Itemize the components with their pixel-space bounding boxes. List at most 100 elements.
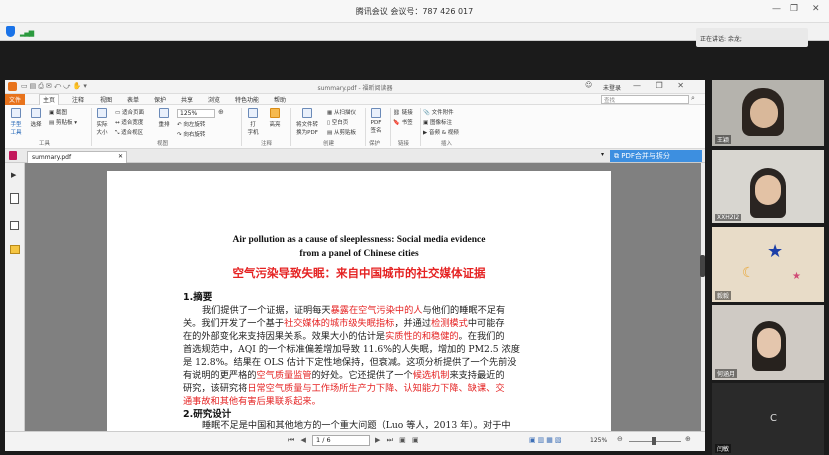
rotate-right-button[interactable]: ↷ 向右旋转 <box>177 130 205 138</box>
menu-comment[interactable]: 注释 <box>69 95 87 104</box>
close-tab-icon[interactable]: ✕ <box>118 153 123 160</box>
body-text: 我们提供了一个证据，证明每天 <box>202 305 331 316</box>
menu-form[interactable]: 表单 <box>124 95 142 104</box>
account-icon[interactable]: ☺ <box>585 81 592 89</box>
abstract-line: 有说明的更严格的空气质量监管的好处。它还提供了一个候选机制来支持最近的 <box>183 369 537 382</box>
zoom-in-icon[interactable]: ⊕ <box>218 108 224 116</box>
pen-icon <box>371 108 381 118</box>
participant-tile[interactable]: XXH2I2 <box>712 150 824 223</box>
abstract-line: 关。我们开发了一个基于社交媒体的城市级失眠指标，并通过检测模式中可能存 <box>183 317 537 330</box>
fit-visible-button[interactable]: ⤡ 适合视区 <box>115 128 143 137</box>
audio-video-button[interactable]: ▶ 音频 & 视频 <box>423 128 459 136</box>
blank-page-icon: ▯ <box>327 120 331 126</box>
zoom-select[interactable]: 125% <box>177 109 215 118</box>
thumbnail-icon[interactable] <box>10 193 19 204</box>
body-text: 的好处。它还提供了一个 <box>311 370 413 381</box>
from-clipboard-button[interactable]: ▤ 从剪贴板 <box>327 128 356 136</box>
highlighted-text: 实质性的和稳健的 <box>385 331 459 342</box>
next-last-page-icons[interactable]: ▶ ⏭ ▣ ▣ <box>375 436 421 445</box>
attachments-icon[interactable] <box>10 221 19 230</box>
file-attachment-button[interactable]: 📎 文件附件 <box>423 108 454 116</box>
from-scanner-button[interactable]: ▦ 从扫描仪 <box>327 108 356 116</box>
pdf-reader-window: ▭▤⎙✉⤺⤻✋▾ summary.pdf - 福昕阅读器 ☺ 未登录 — ❐ ✕… <box>5 80 705 451</box>
menu-features[interactable]: 特色功能 <box>232 95 262 104</box>
meeting-title: 腾讯会议 会议号：787 426 017 <box>355 7 474 16</box>
pdf-window-title: summary.pdf - 福昕阅读器 <box>317 85 393 92</box>
hand-tool-button[interactable]: 手型 工具 <box>8 108 24 136</box>
highlight-button[interactable]: 高亮 <box>267 108 283 128</box>
body-text: 研究，该研究将 <box>183 383 248 394</box>
camera-icon: ▣ <box>49 110 55 116</box>
search-icon[interactable]: ⌕ <box>691 94 695 103</box>
participant-name: 王颖 <box>715 135 732 144</box>
ribbon-separator <box>241 108 242 146</box>
link-button[interactable]: ⛓ 链接 <box>393 108 413 116</box>
login-link[interactable]: 未登录 <box>603 83 621 92</box>
highlighted-text: 检测模式 <box>431 318 468 329</box>
rotate-right-icon: ↷ <box>177 132 182 138</box>
speaking-indicator: 正在讲话: 余龙; <box>696 28 808 47</box>
page-layout-icons[interactable]: ▣▥▦▧ <box>529 436 563 444</box>
actual-size-button[interactable]: 实际 大小 <box>94 108 110 136</box>
abstract-line: 我们提供了一个证据，证明每天暴露在空气污染中的人与他们的睡眠不足有 <box>183 304 537 317</box>
pdf-merge-split-button[interactable]: ⧉ PDF合并与拆分 <box>610 150 702 162</box>
typewriter-button[interactable]: 打 字机 <box>245 108 261 136</box>
ribbon-separator <box>365 108 366 146</box>
document-tab[interactable]: summary.pdf ✕ <box>27 151 127 163</box>
menu-browse[interactable]: 浏览 <box>205 95 223 104</box>
participant-tile[interactable]: ★ ☾ ★ 毅毅 <box>712 227 824 302</box>
menu-protect[interactable]: 保护 <box>151 95 169 104</box>
fit-width-icon: ↔ <box>115 120 120 126</box>
rotate-left-button[interactable]: ↶ 向左旋转 <box>177 120 205 128</box>
select-button[interactable]: 选择 <box>29 108 43 128</box>
menu-file[interactable]: 文件 <box>5 94 26 105</box>
reflow-button[interactable]: 重排 <box>157 108 171 128</box>
highlighted-text: 候选机制 <box>412 370 450 381</box>
search-input[interactable]: 查找 <box>601 95 689 104</box>
panel-collapse-handle[interactable] <box>700 255 705 277</box>
minimize-button[interactable]: — <box>772 4 781 14</box>
restore-button[interactable]: ❐ <box>790 4 798 14</box>
zoom-out-icon[interactable]: ⊖ <box>617 435 623 443</box>
pdf-menu-bar: 文件 主页 注释 视图 表单 保护 共享 浏览 特色功能 帮助 查找 ⌕ <box>5 94 705 105</box>
clipboard-icon: ▤ <box>49 120 55 126</box>
star-icon: ★ <box>767 241 784 262</box>
fit-width-button[interactable]: ↔ 适合宽度 <box>115 118 143 126</box>
image-icon: ▣ <box>423 120 429 126</box>
participant-tile[interactable]: 王颖 <box>712 80 824 146</box>
image-annotation-button[interactable]: ▣ 图像标注 <box>423 118 452 126</box>
vertical-scrollbar[interactable] <box>701 163 705 431</box>
menu-home[interactable]: 主页 <box>39 94 60 105</box>
star-icon: ★ <box>792 271 801 282</box>
participant-face <box>757 328 781 358</box>
body-text: 在的外部变化来支持因果关系。效果大小的估计是 <box>183 331 386 342</box>
menu-help[interactable]: 帮助 <box>271 95 289 104</box>
layers-icon[interactable] <box>10 245 20 254</box>
first-prev-page-icons[interactable]: ⏮ ◀ <box>288 436 308 445</box>
participant-name: 毅毅 <box>715 291 732 300</box>
zoom-slider-thumb[interactable] <box>652 437 656 445</box>
page-number-input[interactable]: 1 / 6 <box>312 435 370 446</box>
highlighted-text: 空气质量监管 <box>256 370 312 381</box>
rotate-left-icon: ↶ <box>177 122 182 128</box>
zoom-in-status-icon[interactable]: ⊕ <box>685 435 691 443</box>
body-text: 关。我们开发了一个基于 <box>183 318 285 329</box>
blank-page-button[interactable]: ▯ 空白页 <box>327 118 348 126</box>
close-button[interactable]: ✕ <box>812 4 820 14</box>
menu-view[interactable]: 视图 <box>97 95 115 104</box>
clipboard-button[interactable]: ▤ 剪贴板 ▾ <box>49 118 77 126</box>
participant-tile[interactable]: C 闫敏 <box>712 383 824 455</box>
menu-share[interactable]: 共享 <box>178 95 196 104</box>
pdf-sign-button[interactable]: PDF 签名 <box>368 108 384 134</box>
participant-tile[interactable]: 何涵月 <box>712 305 824 380</box>
fit-page-button[interactable]: ▭ 适合页面 <box>115 108 144 116</box>
bookmark-icon: 🔖 <box>393 120 400 126</box>
snapshot-button[interactable]: ▣ 截图 <box>49 108 67 116</box>
bookmark-button[interactable]: 🔖 书签 <box>393 118 413 126</box>
shield-icon[interactable] <box>6 26 15 37</box>
ribbon-toolbar: 手型 工具 选择 ▣ 截图 ▤ 剪贴板 ▾ 工具 实际 大小 ▭ 适合页面 ↔ … <box>5 105 705 149</box>
window-controls[interactable]: — ❐ ✕ <box>633 81 690 90</box>
convert-to-pdf-button[interactable]: 将文件转 换为PDF <box>293 108 321 136</box>
tab-dropdown-icon[interactable]: ▾ <box>601 151 604 158</box>
expand-panel-icon[interactable]: ▶ <box>11 171 16 179</box>
